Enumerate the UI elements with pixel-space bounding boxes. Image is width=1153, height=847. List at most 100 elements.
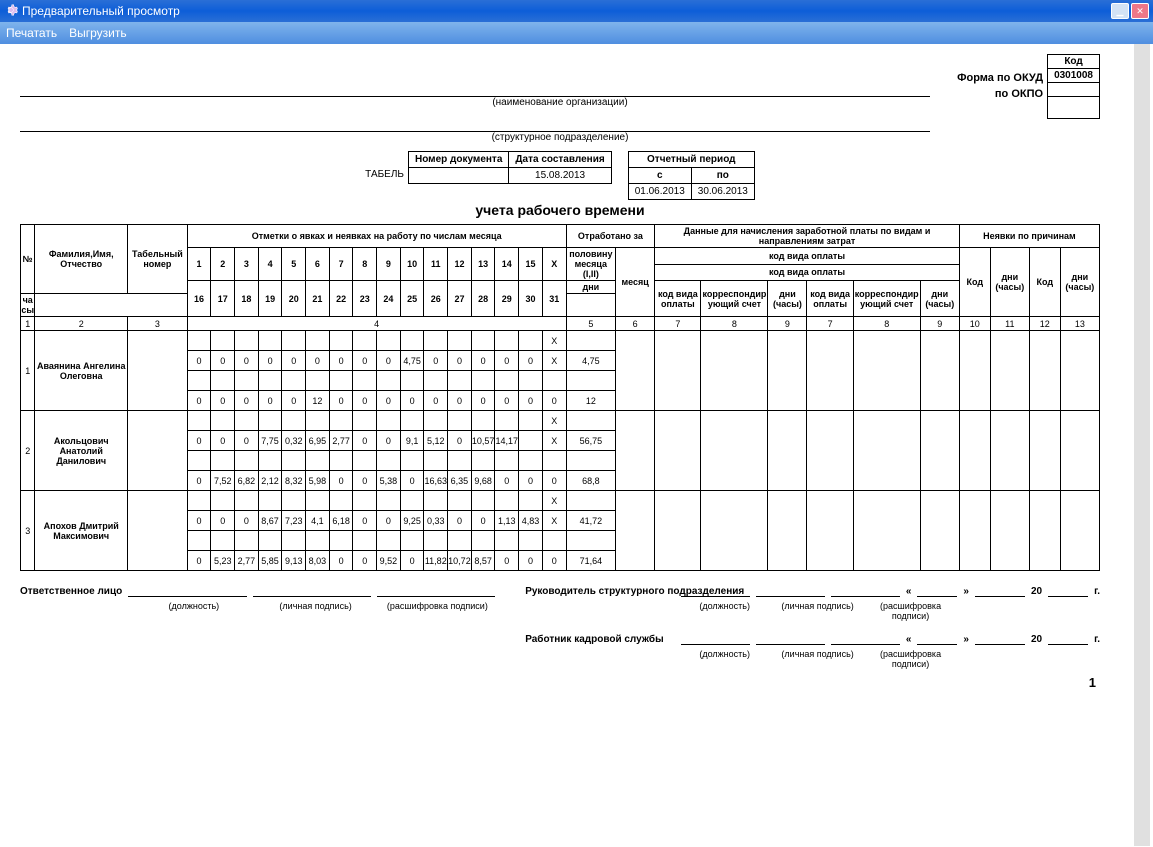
cell bbox=[471, 491, 495, 511]
cell: 0 bbox=[282, 391, 306, 411]
period-from: 01.06.2013 bbox=[628, 184, 691, 200]
cell: 0 bbox=[519, 391, 543, 411]
cell: 0 bbox=[235, 391, 259, 411]
pay-cell bbox=[990, 491, 1029, 571]
cell bbox=[400, 531, 424, 551]
h-dh2: дни (часы) bbox=[920, 281, 959, 317]
cell bbox=[258, 411, 282, 431]
cell bbox=[495, 411, 519, 431]
h-paytype2: код вида оплаты bbox=[655, 264, 960, 281]
cell bbox=[542, 531, 566, 551]
cell: 0 bbox=[353, 471, 377, 491]
period-from-h: с bbox=[628, 168, 691, 184]
menu-export[interactable]: Выгрузить bbox=[69, 26, 127, 40]
cell bbox=[519, 411, 543, 431]
cell: 0 bbox=[329, 351, 353, 371]
pay-cell bbox=[768, 411, 807, 491]
cell bbox=[353, 531, 377, 551]
doc-date-value: 15.08.2013 bbox=[509, 168, 611, 184]
cell bbox=[495, 531, 519, 551]
month-cell bbox=[616, 331, 655, 411]
okpo-label: по ОКПО bbox=[957, 86, 1043, 102]
menu-print[interactable]: Печатать bbox=[6, 26, 57, 40]
cell: 9,1 bbox=[400, 431, 424, 451]
cell: 0 bbox=[211, 511, 235, 531]
cell: 0 bbox=[448, 511, 472, 531]
cell: 0 bbox=[211, 351, 235, 371]
cell: 2,77 bbox=[235, 551, 259, 571]
cell: 10,57 bbox=[471, 431, 495, 451]
h-corr1: корреспондирующий счет bbox=[701, 281, 768, 317]
cell: X bbox=[542, 511, 566, 531]
cell bbox=[306, 331, 330, 351]
cell: 0 bbox=[377, 391, 401, 411]
cell: 0 bbox=[377, 351, 401, 371]
cell bbox=[187, 371, 211, 391]
cell bbox=[306, 491, 330, 511]
cell bbox=[542, 451, 566, 471]
pay-cell bbox=[701, 491, 768, 571]
cell: 0,33 bbox=[424, 511, 448, 531]
pay-cell bbox=[701, 411, 768, 491]
cell: 0 bbox=[211, 391, 235, 411]
cell bbox=[187, 531, 211, 551]
cell bbox=[306, 531, 330, 551]
h-paycode1: код вида оплаты bbox=[655, 281, 701, 317]
cell bbox=[519, 531, 543, 551]
cell bbox=[448, 411, 472, 431]
h-fio: Фамилия,Имя, Отчество bbox=[35, 225, 128, 294]
h-corr2: корреспондирующий счет bbox=[853, 281, 920, 317]
cell: 0 bbox=[448, 431, 472, 451]
cell bbox=[400, 411, 424, 431]
cell bbox=[566, 411, 615, 431]
cell bbox=[306, 411, 330, 431]
cell: 0 bbox=[187, 351, 211, 371]
cell: 0 bbox=[495, 551, 519, 571]
tabel-subtitle: учета рабочего времени bbox=[20, 202, 1100, 218]
cell: 4,1 bbox=[306, 511, 330, 531]
cell bbox=[448, 451, 472, 471]
pay-cell bbox=[920, 411, 959, 491]
cell bbox=[424, 331, 448, 351]
cell: 5,12 bbox=[424, 431, 448, 451]
document-viewport: Форма по ОКУД по ОКПО Код 0301008 (наиме… bbox=[0, 44, 1150, 846]
cell: 0 bbox=[377, 511, 401, 531]
cell bbox=[566, 531, 615, 551]
okpo-code bbox=[1048, 83, 1100, 97]
cell: 0 bbox=[235, 431, 259, 451]
cell bbox=[495, 451, 519, 471]
cell bbox=[566, 451, 615, 471]
pay-cell bbox=[990, 411, 1029, 491]
cell: 0 bbox=[258, 351, 282, 371]
cell: 4,75 bbox=[566, 351, 615, 371]
cell bbox=[400, 371, 424, 391]
struct-caption: (структурное подразделение) bbox=[20, 132, 1100, 143]
minimize-button[interactable]: ▁ bbox=[1111, 3, 1129, 19]
resp-label: Ответственное лицо bbox=[20, 586, 122, 597]
cell bbox=[211, 531, 235, 551]
cell: 14,17 bbox=[495, 431, 519, 451]
pay-cell bbox=[768, 491, 807, 571]
close-button[interactable]: ✕ bbox=[1131, 3, 1149, 19]
table-row: 3Апохов Дмитрий МаксимовичX bbox=[21, 491, 1100, 511]
h-marks: Отметки о явках и неявках на работу по ч… bbox=[187, 225, 566, 248]
cell bbox=[282, 491, 306, 511]
h-worked: Отработано за bbox=[566, 225, 655, 248]
cell bbox=[519, 331, 543, 351]
cell: 7,23 bbox=[282, 511, 306, 531]
cell: 0 bbox=[542, 551, 566, 571]
pay-cell bbox=[807, 331, 853, 411]
cell: 11,82 bbox=[424, 551, 448, 571]
cell: 0 bbox=[471, 351, 495, 371]
pay-cell bbox=[959, 331, 990, 411]
h-month: месяц bbox=[616, 248, 655, 317]
cell bbox=[519, 371, 543, 391]
cell: 7,52 bbox=[211, 471, 235, 491]
cell bbox=[187, 491, 211, 511]
cell: 0 bbox=[282, 351, 306, 371]
h-tabnum: Табельный номер bbox=[128, 225, 188, 294]
cell bbox=[258, 451, 282, 471]
period-table: Отчетный период с по 01.06.2013 30.06.20… bbox=[628, 151, 755, 200]
period-to-h: по bbox=[691, 168, 754, 184]
cell bbox=[235, 331, 259, 351]
